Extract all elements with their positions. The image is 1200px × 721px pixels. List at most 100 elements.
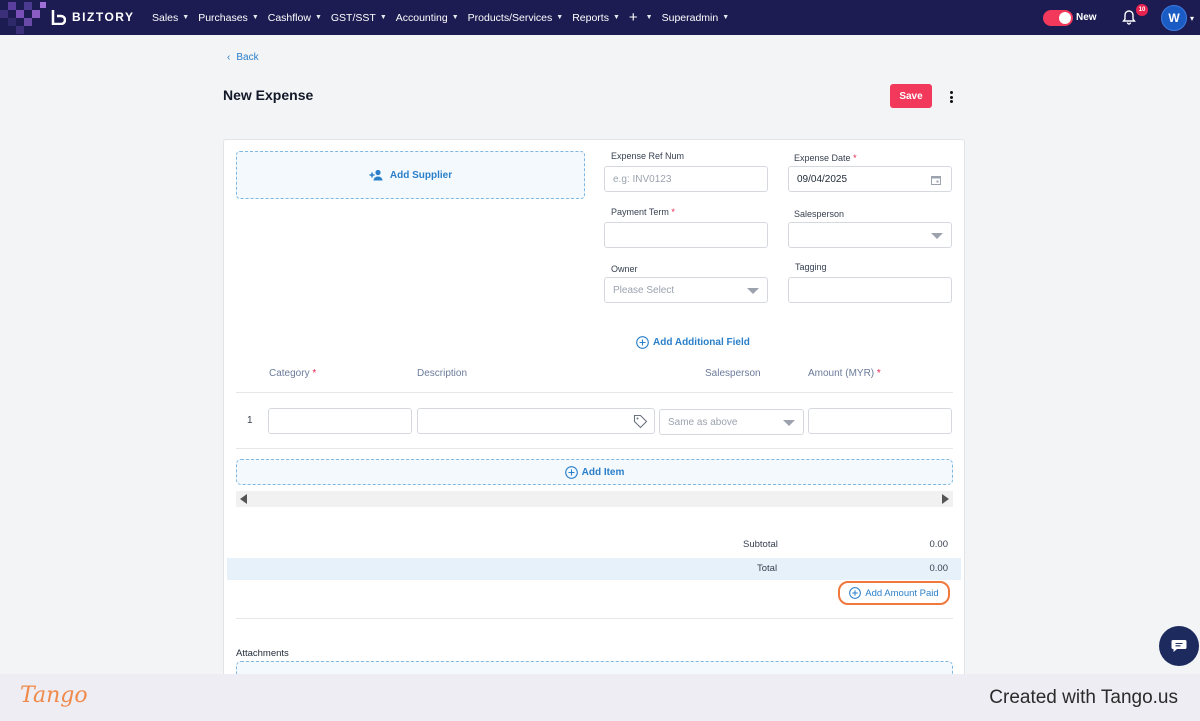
scroll-right-arrow-icon[interactable] — [942, 494, 949, 504]
column-header-amount: Amount (MYR) * — [808, 368, 881, 379]
category-input[interactable] — [268, 408, 412, 434]
add-amount-paid-button[interactable]: Add Amount Paid — [838, 581, 950, 605]
menu-gst-sst-label: GST/SST — [330, 11, 376, 24]
row-salesperson-value: Same as above — [668, 416, 738, 428]
scroll-left-arrow-icon[interactable] — [240, 494, 247, 504]
toggle-label: New — [1076, 12, 1097, 23]
subtotal-label: Subtotal — [743, 539, 778, 550]
tag-icon[interactable] — [633, 414, 648, 429]
dropdown-arrow-icon — [783, 420, 795, 426]
tango-logo: Tango — [20, 683, 88, 708]
add-user-icon — [369, 169, 383, 181]
add-additional-field-button[interactable]: Add Additional Field — [636, 336, 750, 349]
chevron-down-icon: ▼ — [645, 14, 653, 21]
save-button[interactable]: Save — [890, 84, 932, 108]
description-input[interactable] — [417, 408, 655, 434]
payment-term-label: Payment Term * — [611, 207, 675, 217]
main-menu: Sales ▼ Purchases ▼ Cashflow ▼ GST/SST ▼ Acc… — [152, 0, 738, 35]
menu-cashflow-label: Cashflow — [267, 11, 311, 24]
avatar[interactable]: W — [1161, 5, 1187, 31]
new-ui-toggle[interactable] — [1043, 10, 1073, 26]
tagging-input[interactable] — [788, 277, 952, 303]
add-supplier-label: Add Supplier — [389, 169, 453, 181]
logo-pixel-decoration — [0, 2, 46, 34]
row-salesperson-select[interactable]: Same as above — [659, 409, 804, 435]
amount-input[interactable] — [808, 408, 952, 434]
plus-icon: + — [628, 9, 638, 26]
expense-form-card: Add Supplier Expense Ref Num e.g: INV012… — [223, 139, 965, 701]
toggle-knob — [1059, 12, 1071, 24]
add-item-button[interactable]: Add Item — [236, 459, 953, 485]
column-header-description: Description — [417, 368, 468, 379]
column-header-category: Category * — [269, 368, 317, 379]
salesperson-select[interactable] — [788, 222, 952, 248]
owner-select[interactable]: Please Select — [604, 277, 768, 303]
tango-footer: Tango Created with Tango.us — [0, 674, 1200, 721]
bell-icon[interactable] — [1121, 9, 1137, 25]
plus-circle-icon — [849, 587, 862, 599]
column-header-salesperson: Salesperson — [705, 368, 761, 379]
chevron-down-icon: ▼ — [556, 14, 564, 21]
divider — [236, 618, 953, 619]
column-header-amount-text: Amount (MYR) — [808, 368, 875, 379]
attachments-label: Attachments — [236, 648, 289, 659]
horizontal-scrollbar[interactable] — [236, 491, 953, 507]
back-label: Back — [236, 52, 259, 63]
menu-accounting[interactable]: Accounting ▼ — [396, 12, 459, 24]
created-with-text: Created with Tango.us — [989, 687, 1178, 708]
menu-sales[interactable]: Sales ▼ — [152, 12, 189, 24]
tagging-label: Tagging — [795, 262, 827, 272]
page-title: New Expense — [223, 87, 314, 103]
menu-reports-label: Reports — [572, 11, 609, 24]
menu-accounting-label: Accounting — [395, 11, 448, 24]
salesperson-label: Salesperson — [794, 209, 845, 219]
plus-circle-icon — [636, 336, 649, 349]
row-number: 1 — [247, 415, 253, 426]
menu-products-services[interactable]: Products/Services ▼ — [468, 12, 564, 24]
menu-cashflow[interactable]: Cashflow ▼ — [268, 12, 322, 24]
menu-purchases[interactable]: Purchases ▼ — [198, 12, 259, 24]
chevron-left-icon: ‹ — [227, 52, 231, 63]
dropdown-arrow-icon — [747, 288, 759, 294]
back-link[interactable]: ‹ Back — [227, 52, 259, 63]
plus-circle-icon — [564, 465, 578, 479]
menu-quick-add[interactable]: + ▼ — [629, 10, 653, 25]
menu-superadmin-label: Superadmin — [661, 11, 719, 24]
calendar-icon — [931, 176, 941, 185]
chevron-down-icon: ▼ — [612, 14, 620, 21]
owner-placeholder: Please Select — [613, 284, 675, 296]
total-row — [227, 558, 961, 580]
menu-reports[interactable]: Reports ▼ — [572, 12, 620, 24]
owner-label: Owner — [611, 264, 638, 274]
menu-superadmin[interactable]: Superadmin ▼ — [662, 12, 730, 24]
chevron-down-icon[interactable]: ▾ — [1190, 14, 1194, 23]
payment-term-input[interactable] — [604, 222, 768, 248]
chat-widget-button[interactable] — [1159, 626, 1199, 666]
add-additional-field-label: Add Additional Field — [653, 337, 750, 348]
chat-icon — [1171, 640, 1187, 652]
expense-date-value: 09/04/2025 — [797, 173, 848, 185]
add-supplier-button[interactable]: Add Supplier — [236, 151, 585, 199]
expense-ref-input[interactable]: e.g: INV0123 — [604, 166, 768, 192]
column-header-category-text: Category — [269, 368, 310, 379]
menu-sales-label: Sales — [152, 11, 179, 24]
divider — [236, 448, 953, 449]
expense-date-label: Expense Date * — [794, 153, 857, 163]
more-options-icon[interactable] — [945, 89, 957, 105]
payment-term-label-text: Payment Term — [611, 207, 669, 217]
app-logo[interactable]: BIZTORY — [50, 9, 135, 25]
chevron-down-icon: ▼ — [251, 14, 259, 21]
expense-date-input[interactable]: 09/04/2025 — [788, 166, 952, 192]
notification-badge: 10 — [1136, 4, 1148, 16]
chevron-down-icon: ▼ — [451, 14, 459, 21]
menu-gst-sst[interactable]: GST/SST ▼ — [331, 12, 387, 24]
chevron-down-icon: ▼ — [379, 14, 387, 21]
app-name: BIZTORY — [72, 10, 135, 24]
menu-products-services-label: Products/Services — [467, 11, 553, 24]
menu-purchases-label: Purchases — [198, 11, 248, 24]
expense-ref-label: Expense Ref Num — [611, 151, 684, 161]
total-value: 0.00 — [929, 563, 949, 574]
expense-date-label-text: Expense Date — [794, 153, 851, 163]
subtotal-value: 0.00 — [929, 539, 949, 550]
chevron-down-icon: ▼ — [314, 14, 322, 21]
